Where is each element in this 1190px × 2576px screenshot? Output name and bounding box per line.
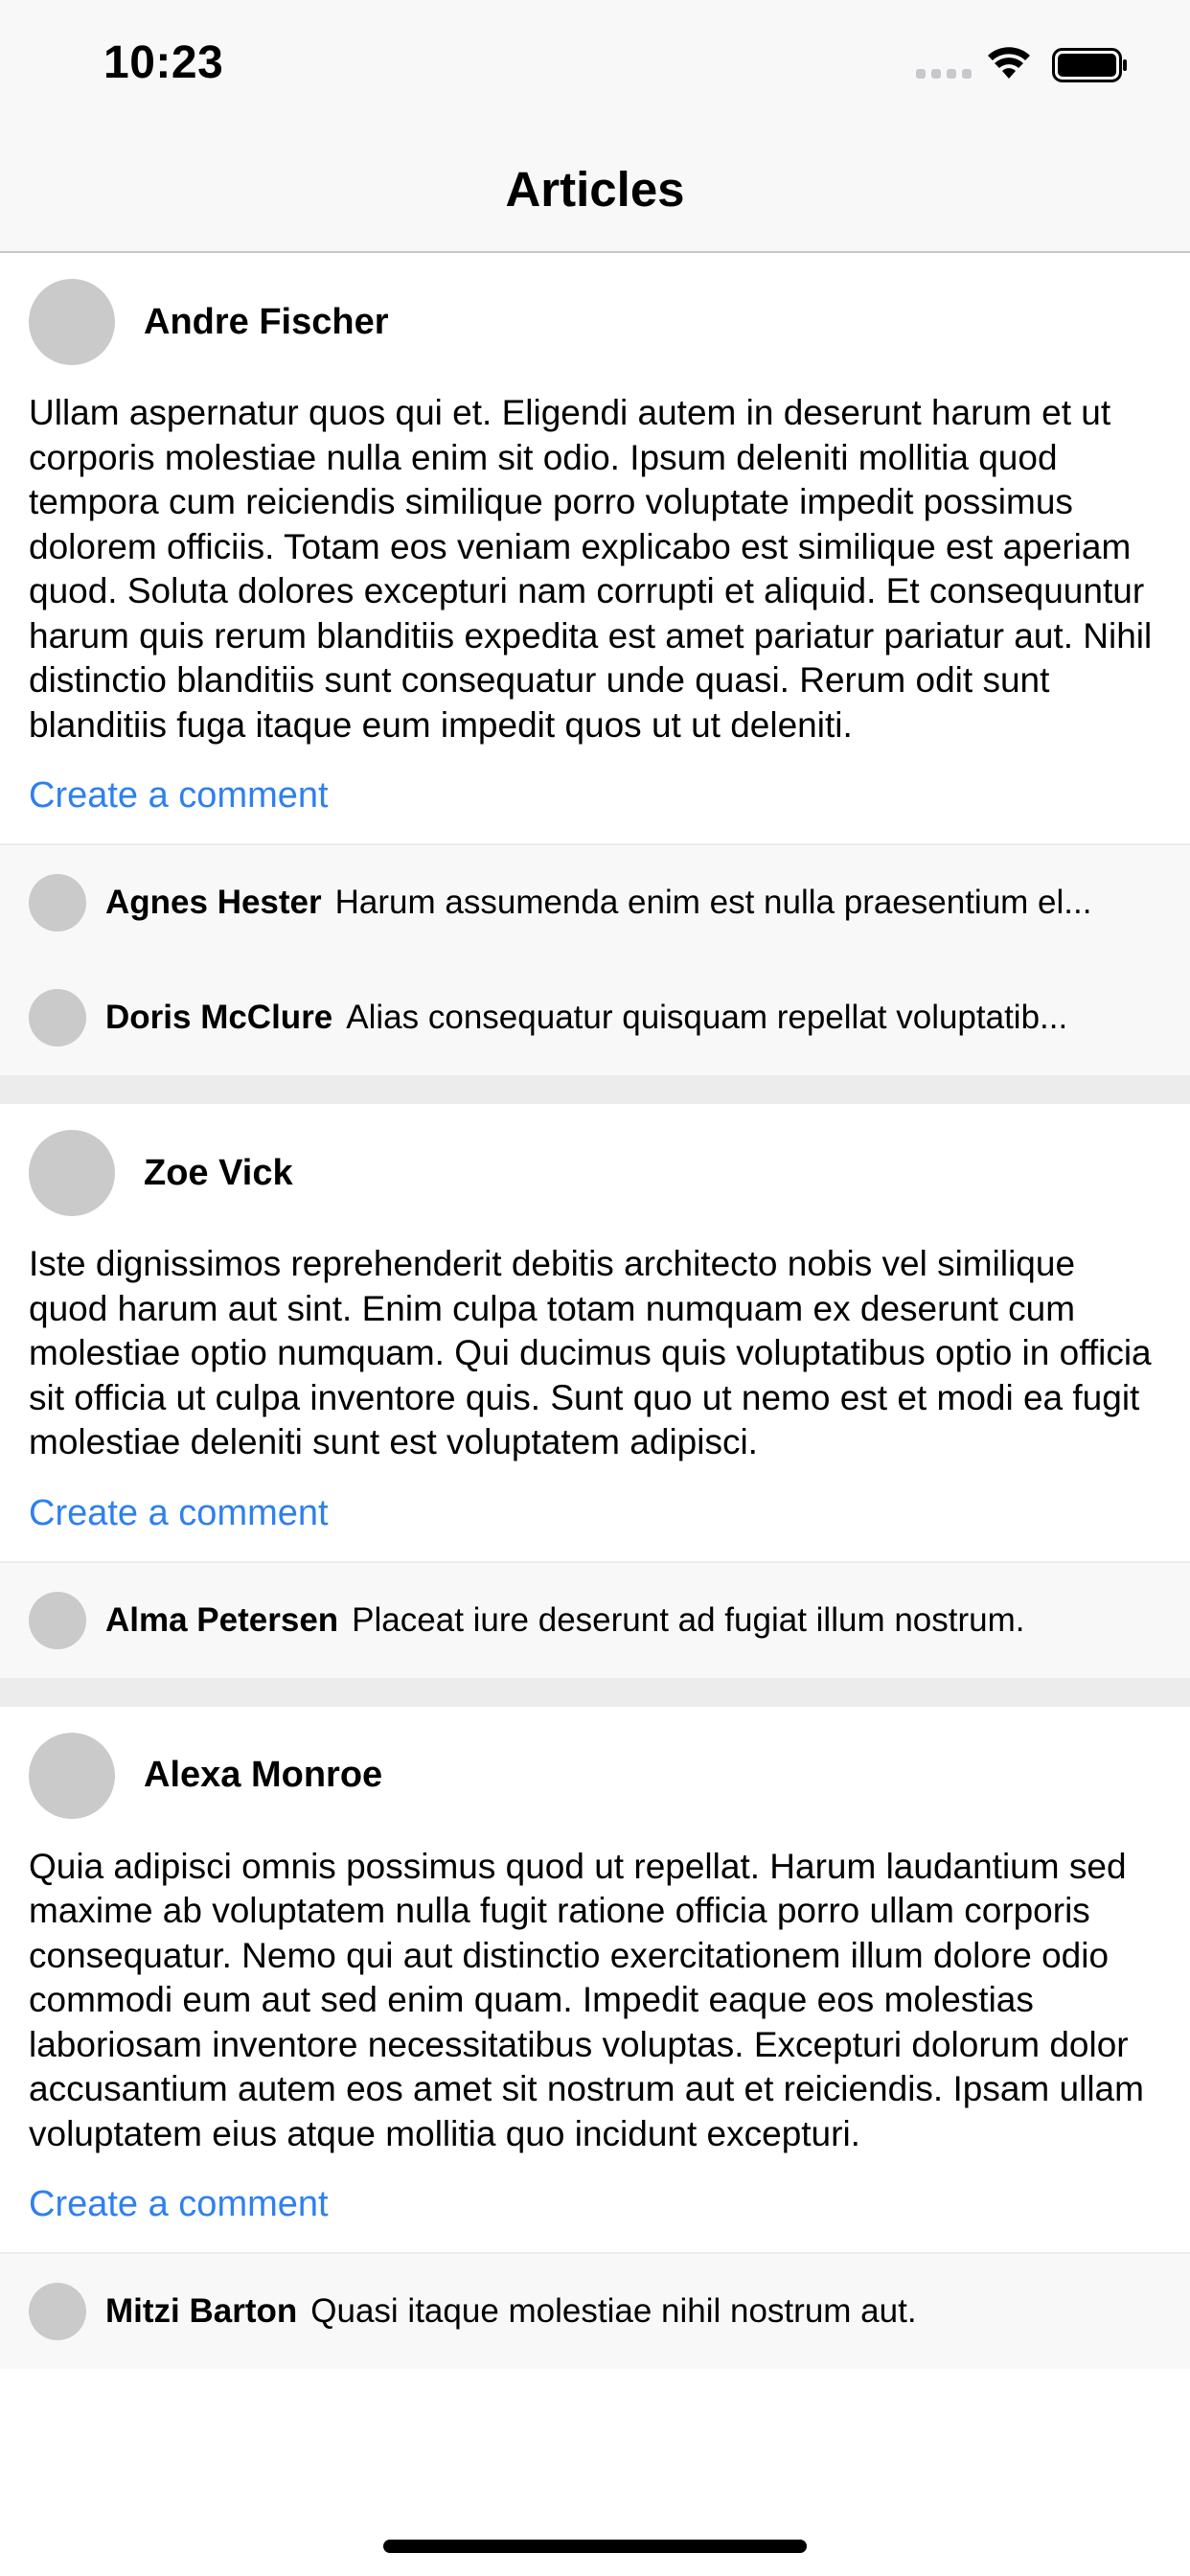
comment-author: Agnes Hester xyxy=(105,884,322,921)
article-card: Andre Fischer Ullam aspernatur quos qui … xyxy=(0,253,1190,1075)
article-author-name[interactable]: Alexa Monroe xyxy=(144,1755,382,1796)
status-time: 10:23 xyxy=(103,37,224,88)
comment-list: Alma Petersen Placeat iure deserunt ad f… xyxy=(0,1560,1190,1678)
article-card: Alexa Monroe Quia adipisci omnis possimu… xyxy=(0,1706,1190,2369)
wifi-icon xyxy=(988,47,1030,79)
avatar[interactable] xyxy=(29,1130,115,1216)
avatar[interactable] xyxy=(29,1732,115,1819)
avatar xyxy=(29,1591,86,1649)
article-body: Iste dignissimos reprehenderit debitis a… xyxy=(29,1244,1152,1461)
avatar xyxy=(29,2283,86,2340)
article-card: Zoe Vick Iste dignissimos reprehenderit … xyxy=(0,1104,1190,1678)
create-comment-link[interactable]: Create a comment xyxy=(0,2156,1190,2252)
comment-author: Mitzi Barton xyxy=(105,2292,298,2330)
create-comment-link[interactable]: Create a comment xyxy=(0,1465,1190,1561)
comment-text: Quasi itaque molestiae nihil nostrum aut… xyxy=(310,2292,917,2330)
comment-list: Agnes Hester Harum assumenda enim est nu… xyxy=(0,843,1190,1075)
comment-author: Alma Petersen xyxy=(105,1600,339,1639)
avatar xyxy=(29,989,86,1046)
comment-author: Doris McClure xyxy=(105,999,333,1036)
comment-row[interactable]: Alma Petersen Placeat iure deserunt ad f… xyxy=(0,1563,1190,1678)
page-title: Articles xyxy=(505,162,685,217)
article-body: Quia adipisci omnis possimus quod ut rep… xyxy=(29,1846,1144,2153)
comment-row[interactable]: Doris McClure Alias consequatur quisquam… xyxy=(0,960,1190,1075)
article-author-row[interactable]: Andre Fischer xyxy=(0,253,1190,391)
comment-row[interactable]: Mitzi Barton Quasi itaque molestiae nihi… xyxy=(0,2254,1190,2369)
comment-row[interactable]: Agnes Hester Harum assumenda enim est nu… xyxy=(0,845,1190,960)
article-author-name[interactable]: Zoe Vick xyxy=(144,1153,293,1194)
comment-text: Alias consequatur quisquam repellat volu… xyxy=(346,999,1068,1036)
top-bar: 10:23 Articles xyxy=(0,0,1190,253)
create-comment-link[interactable]: Create a comment xyxy=(0,748,1190,843)
article-body: Ullam aspernatur quos qui et. Eligendi a… xyxy=(29,393,1153,745)
cellular-signal-icon xyxy=(916,69,972,79)
home-indicator[interactable] xyxy=(383,2540,807,2553)
avatar xyxy=(29,874,86,932)
section-divider xyxy=(0,1075,1190,1104)
avatar[interactable] xyxy=(29,279,115,365)
article-author-name[interactable]: Andre Fischer xyxy=(144,302,389,343)
article-feed[interactable]: Andre Fischer Ullam aspernatur quos qui … xyxy=(0,253,1190,2369)
comment-text: Placeat iure deserunt ad fugiat illum no… xyxy=(352,1600,1025,1639)
article-author-row[interactable]: Alexa Monroe xyxy=(0,1707,1190,1845)
comment-text: Harum assumenda enim est nulla praesenti… xyxy=(334,884,1092,921)
battery-icon xyxy=(1052,48,1127,82)
comment-list: Mitzi Barton Quasi itaque molestiae nihi… xyxy=(0,2252,1190,2369)
section-divider xyxy=(0,1677,1190,1707)
article-author-row[interactable]: Zoe Vick xyxy=(0,1104,1190,1242)
